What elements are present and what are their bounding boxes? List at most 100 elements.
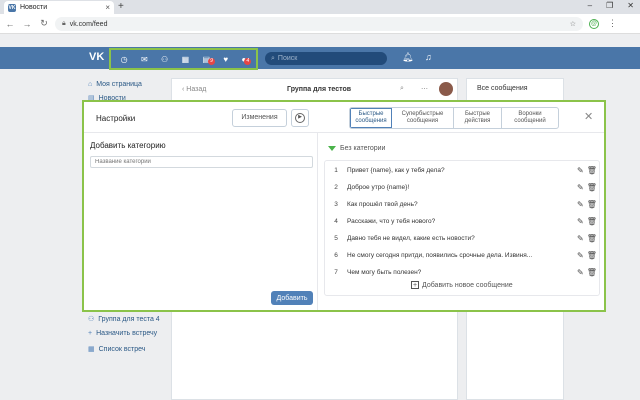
reload-icon[interactable]: ↻ (37, 18, 51, 29)
extension-toolbar: ◷ ✉ ⚇ ▦ ▤9 ♥ ●4 (109, 48, 258, 70)
trash-icon[interactable]: 🗑︎ (587, 268, 597, 277)
calendar-icon[interactable]: ▦ (182, 55, 190, 64)
trash-icon[interactable]: 🗑︎ (587, 200, 597, 209)
edit-icon[interactable]: ✎ (577, 166, 584, 175)
users-icon[interactable]: ⚇ (161, 55, 168, 64)
mail-icon[interactable]: ✉ (141, 55, 148, 64)
url-text: vk.com/feed (69, 20, 108, 28)
close-icon[interactable]: ✕ (584, 110, 593, 123)
lock-icon: 🔒︎ (62, 20, 66, 27)
add-category-title: Добавить категорию (90, 141, 166, 150)
browser-tab[interactable]: VK Новости × (4, 1, 114, 14)
sidebar-item-meetings-list[interactable]: ▦ Список встреч (88, 345, 145, 353)
category-header[interactable]: Без категории (328, 145, 385, 152)
tab-title: Новости (20, 4, 48, 11)
edit-icon[interactable]: ✎ (577, 268, 584, 277)
inbox-badge: 9 (208, 57, 216, 65)
row-number: 3 (334, 201, 338, 208)
plus-icon: + (88, 330, 93, 337)
tab-message-funnels[interactable]: Воронки сообщений (502, 108, 558, 128)
add-category-button[interactable]: Добавить (271, 291, 313, 305)
clock-icon[interactable]: ◷ (121, 55, 128, 64)
column-divider (317, 133, 318, 310)
search-icon: ⌕ (271, 54, 275, 62)
edit-icon[interactable]: ✎ (577, 251, 584, 260)
play-icon: ▶ (295, 113, 305, 123)
row-number: 7 (334, 269, 338, 276)
add-message-button[interactable]: + Добавить новое сообщение (411, 281, 513, 289)
row-number: 4 (334, 218, 338, 225)
tab-super-quick-messages[interactable]: Супербыстрые сообщения (392, 108, 454, 128)
edit-icon[interactable]: ✎ (577, 200, 584, 209)
changes-button[interactable]: Изменения (232, 109, 287, 127)
list-item[interactable]: 1 Привет {name}, как у тебя дела? ✎ 🗑︎ (325, 162, 601, 179)
extension-icon[interactable]: @ (589, 19, 599, 29)
back-label: Назад (186, 86, 207, 93)
row-number: 6 (334, 252, 338, 259)
vk-logo[interactable]: VK (89, 51, 104, 63)
message-text: Давно тебя не видел, какие есть новости? (347, 235, 475, 242)
message-text: Расскажи, что у тебя нового? (347, 218, 436, 225)
trash-icon[interactable]: 🗑︎ (587, 217, 597, 226)
message-text: Привет {name}, как у тебя дела? (347, 167, 445, 174)
trash-icon[interactable]: 🗑︎ (587, 251, 597, 260)
browser-tabstrip: VK Новости × + – ❐ ✕ (0, 0, 640, 14)
trash-icon[interactable]: 🗑︎ (587, 166, 597, 175)
person-badge: 4 (244, 57, 252, 65)
browser-menu-icon[interactable]: ⋮ (608, 18, 617, 29)
forward-icon[interactable]: → (20, 19, 34, 29)
maximize-icon[interactable]: ❐ (606, 1, 613, 10)
notifications-bell-icon[interactable]: 🔔︎ (402, 52, 413, 63)
play-button[interactable]: ▶ (291, 109, 309, 127)
edit-icon[interactable]: ✎ (577, 234, 584, 243)
sidebar-item-schedule-meeting[interactable]: + Назначить встречу (88, 330, 157, 337)
bookmark-star-icon[interactable]: ☆ (570, 20, 576, 28)
list-item[interactable]: 7 Чем могу быть полезен? ✎ 🗑︎ (325, 264, 601, 281)
vk-search-input[interactable]: ⌕ Поиск (265, 52, 387, 65)
tab-quick-messages[interactable]: Быстрые сообщения (350, 108, 392, 128)
mode-tabs: Быстрые сообщения Супербыстрые сообщения… (349, 107, 559, 129)
minimize-icon[interactable]: – (588, 1, 592, 10)
trash-icon[interactable]: 🗑︎ (587, 234, 597, 243)
add-message-label: Добавить новое сообщение (422, 281, 513, 289)
trash-icon[interactable]: 🗑︎ (587, 183, 597, 192)
address-bar[interactable]: 🔒︎ vk.com/feed ☆ (55, 17, 583, 31)
chat-back-link[interactable]: ‹ Назад (182, 86, 206, 93)
heart-icon[interactable]: ♥ (223, 55, 228, 64)
list-item[interactable]: 2 Доброе утро {name}! ✎ 🗑︎ (325, 179, 601, 196)
close-window-icon[interactable]: ✕ (627, 1, 634, 10)
back-icon[interactable]: ← (3, 19, 17, 29)
avatar[interactable] (439, 82, 453, 96)
calendar-icon: ▦ (88, 346, 95, 353)
list-item[interactable]: 6 Не смогу сегодня притди, появились сроч… (325, 247, 601, 264)
sidebar-item-label: Группа для теста 4 (98, 316, 160, 323)
person-icon[interactable]: ●4 (241, 55, 252, 65)
sidebar-item-test-group[interactable]: ⚇ Группа для теста 4 (88, 315, 160, 323)
message-text: Как прошёл твой день? (347, 201, 418, 208)
list-item[interactable]: 3 Как прошёл твой день? ✎ 🗑︎ (325, 196, 601, 213)
group-icon: ⚇ (88, 316, 95, 323)
sidebar-item-my-page[interactable]: ⌂ Моя страница (88, 81, 142, 88)
tab-quick-actions[interactable]: Быстрые действия (454, 108, 502, 128)
category-name-input[interactable] (90, 156, 313, 168)
plus-box-icon: + (411, 281, 419, 289)
sidebar-item-label: Назначить встречу (96, 330, 158, 337)
chat-more-icon[interactable]: ⋯ (421, 85, 428, 93)
message-text: Доброе утро {name}! (347, 184, 410, 191)
new-tab-icon[interactable]: + (118, 1, 124, 12)
all-messages-link[interactable]: Все сообщения (477, 85, 528, 92)
music-icon[interactable]: ♫ (425, 52, 432, 62)
window-controls: – ❐ ✕ (588, 1, 634, 10)
edit-icon[interactable]: ✎ (577, 217, 584, 226)
edit-icon[interactable]: ✎ (577, 183, 584, 192)
close-tab-icon[interactable]: × (105, 3, 110, 12)
inbox-icon[interactable]: ▤ 9 (202, 55, 216, 65)
list-item[interactable]: 5 Давно тебя не видел, какие есть новости… (325, 230, 601, 247)
list-item[interactable]: 4 Расскажи, что у тебя нового? ✎ 🗑︎ (325, 213, 601, 230)
message-text: Не смогу сегодня притди, появились срочн… (347, 252, 533, 259)
row-number: 5 (334, 235, 338, 242)
chat-search-icon[interactable]: ⌕ (400, 85, 404, 93)
expand-triangle-icon (328, 146, 336, 151)
vk-favicon-icon: VK (8, 3, 16, 12)
row-number: 2 (334, 184, 338, 191)
